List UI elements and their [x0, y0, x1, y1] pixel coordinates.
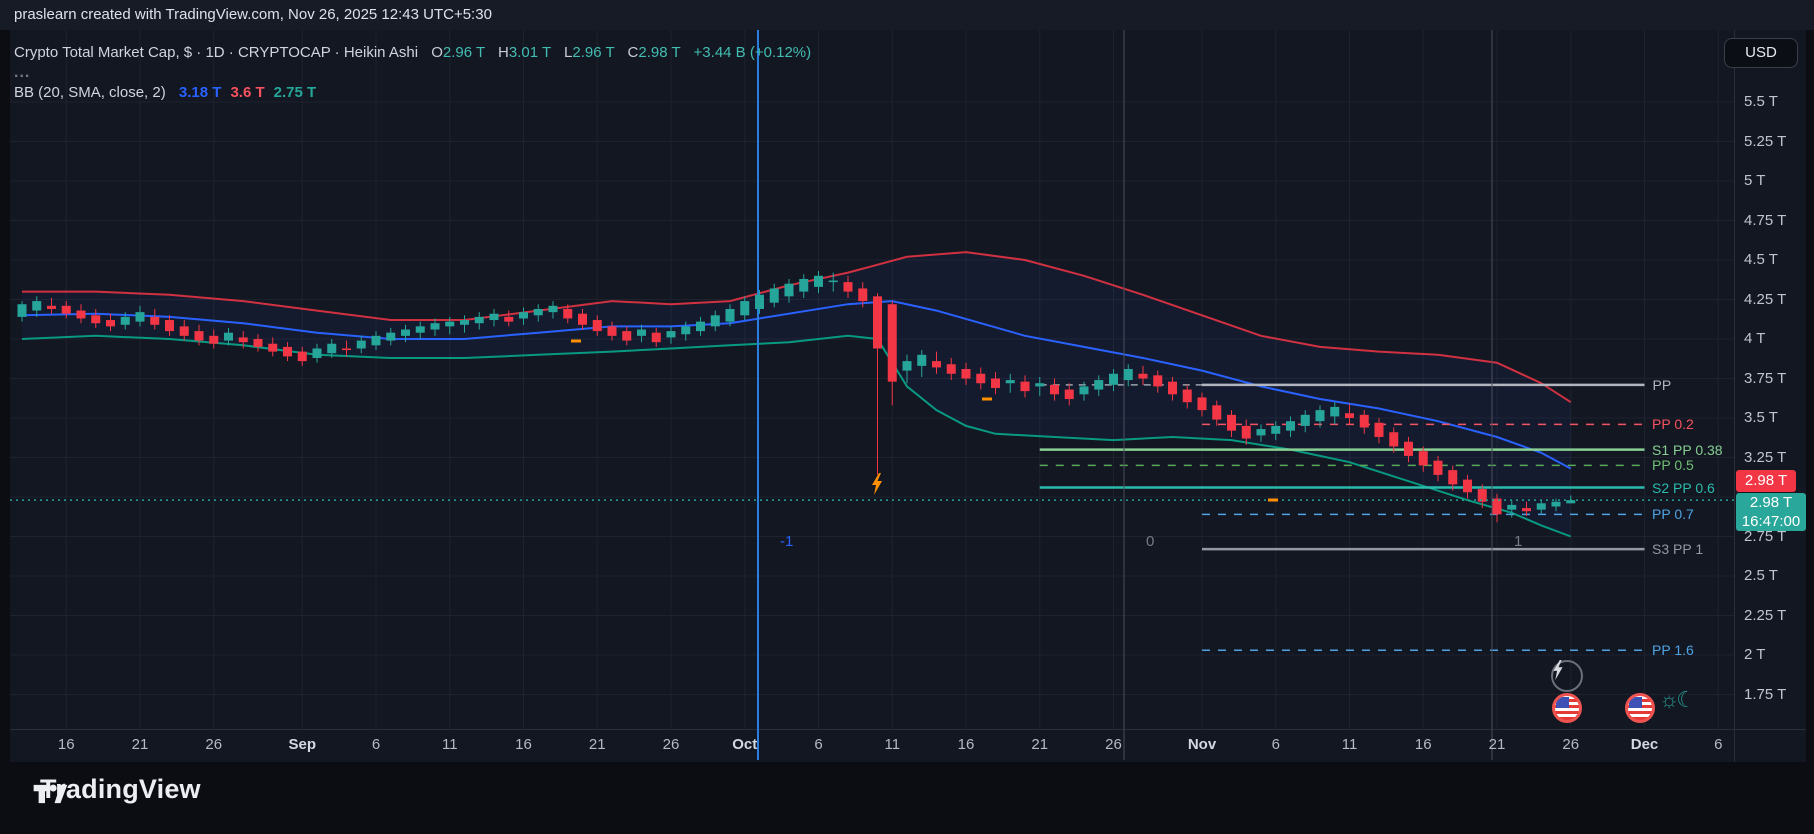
- pivot-label: PP 0.2: [1652, 416, 1694, 432]
- time-axis-label: 26: [205, 736, 222, 753]
- time-axis-label: 6: [372, 736, 380, 753]
- price-axis-label: 2.25 T: [1744, 607, 1786, 624]
- price-axis-label: 2.75 T: [1744, 528, 1786, 545]
- price-axis-label: 1.75 T: [1744, 686, 1786, 703]
- pivot-label: PP: [1653, 377, 1672, 393]
- ohlc-low-key: L2.96 T: [564, 44, 614, 61]
- price-chart-canvas[interactable]: [0, 0, 1814, 834]
- time-axis-label: 26: [663, 736, 680, 753]
- price-axis-label: 2 T: [1744, 646, 1765, 663]
- bb-indicator-title[interactable]: BB (20, SMA, close, 2): [14, 84, 166, 101]
- sun-moon-icon: ☼☾: [1659, 687, 1693, 713]
- time-axis-label: 16: [515, 736, 532, 753]
- time-axis-label: 16: [58, 736, 75, 753]
- price-axis-label: 4.75 T: [1744, 212, 1786, 229]
- collapsed-indicator-row[interactable]: ...: [14, 64, 30, 82]
- badge-price: 2.98 T: [1736, 493, 1806, 512]
- pivot-label: PP 0.7: [1652, 506, 1694, 522]
- price-axis-label: 5.5 T: [1744, 93, 1778, 110]
- bb-value: 2.75 T: [274, 84, 317, 101]
- lightning-event-icon[interactable]: [1551, 660, 1583, 692]
- time-axis-label: Dec: [1631, 736, 1659, 753]
- price-axis-label: 5.25 T: [1744, 133, 1786, 150]
- pivot-label: PP 0.5: [1652, 457, 1694, 473]
- time-axis-label: 6: [814, 736, 822, 753]
- symbol-legend[interactable]: Crypto Total Market Cap, $ · 1D · CRYPTO…: [14, 44, 811, 61]
- price-axis-label: 2.5 T: [1744, 567, 1778, 584]
- pivot-label: S3 PP 1: [1652, 541, 1703, 557]
- time-axis-label: 26: [1105, 736, 1122, 753]
- price-axis-label: 3.25 T: [1744, 449, 1786, 466]
- price-axis-label: 4.25 T: [1744, 291, 1786, 308]
- price-axis-label: 3.75 T: [1744, 370, 1786, 387]
- last-price-badge-red: 2.98 T: [1736, 470, 1796, 492]
- pivot-label: PP 1.6: [1652, 642, 1694, 658]
- change-value: +3.44 B (+0.12%): [694, 44, 812, 61]
- symbol-title[interactable]: Crypto Total Market Cap, $ · 1D · CRYPTO…: [14, 44, 418, 61]
- us-flag-event-icon[interactable]: [1625, 693, 1655, 723]
- time-axis-label: Nov: [1188, 736, 1216, 753]
- tradingview-chart-page: { "header": { "attribution": "praslearn …: [0, 0, 1814, 834]
- time-axis-label: 11: [442, 736, 458, 753]
- time-axis-label: 21: [1031, 736, 1048, 753]
- time-axis-label: 16: [1415, 736, 1432, 753]
- tradingview-logo-icon: [30, 774, 70, 814]
- time-axis-label: 21: [132, 736, 149, 753]
- time-axis-label: Oct: [732, 736, 757, 753]
- pivot-label: S2 PP 0.6: [1652, 480, 1715, 496]
- time-axis-label: 11: [1342, 736, 1358, 753]
- price-axis-label: 3.5 T: [1744, 409, 1778, 426]
- tradingview-logo[interactable]: TradingView: [30, 774, 201, 805]
- time-axis-label: 11: [884, 736, 900, 753]
- last-price-countdown-badge: 2.98 T 16:47:00: [1736, 493, 1806, 531]
- pivot-label: S1 PP 0.38: [1652, 442, 1723, 458]
- ohlc-open-key: O2.96 T: [431, 44, 485, 61]
- price-axis-label: 4.5 T: [1744, 251, 1778, 268]
- bb-indicator-legend[interactable]: BB (20, SMA, close, 2) 3.18 T 3.6 T 2.75 T: [14, 84, 316, 101]
- currency-toggle-button[interactable]: USD: [1724, 38, 1798, 68]
- vertical-line-label: 1: [1514, 533, 1522, 550]
- vertical-line-label: 0: [1146, 533, 1154, 550]
- bb-value: 3.18 T: [179, 84, 222, 101]
- us-flag-event-icon[interactable]: [1552, 693, 1582, 723]
- vertical-line-label: -1: [780, 533, 793, 550]
- time-axis-label: 16: [958, 736, 975, 753]
- time-axis-label: 26: [1562, 736, 1579, 753]
- bb-indicator-values: 3.18 T 3.6 T 2.75 T: [170, 84, 316, 101]
- price-axis-label: 4 T: [1744, 330, 1765, 347]
- time-axis-label: Sep: [288, 736, 316, 753]
- price-axis-label: 5 T: [1744, 172, 1765, 189]
- bb-value: 3.6 T: [230, 84, 264, 101]
- time-axis-label: 6: [1272, 736, 1280, 753]
- time-axis-label: 21: [589, 736, 606, 753]
- time-axis-label: 21: [1489, 736, 1506, 753]
- ohlc-high-key: H3.01 T: [498, 44, 551, 61]
- ohlc-close-key: C2.98 T: [628, 44, 681, 61]
- time-axis-label: 6: [1714, 736, 1722, 753]
